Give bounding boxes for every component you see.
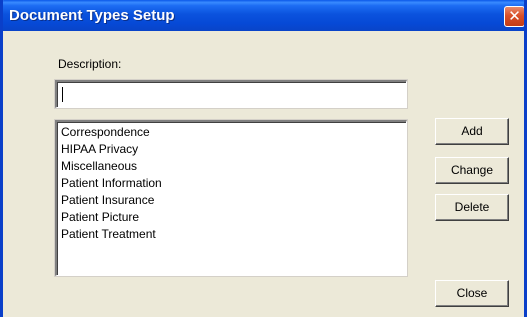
list-item[interactable]: Correspondence: [61, 124, 406, 141]
title-bar[interactable]: Document Types Setup ✕: [3, 0, 524, 31]
delete-button[interactable]: Delete: [435, 194, 509, 221]
list-item[interactable]: HIPAA Privacy: [61, 141, 406, 158]
add-button[interactable]: Add: [435, 118, 509, 145]
close-icon[interactable]: ✕: [504, 6, 524, 27]
description-label: Description:: [58, 57, 122, 71]
change-button[interactable]: Change: [435, 157, 509, 184]
list-item[interactable]: Patient Picture: [61, 209, 406, 226]
list-item[interactable]: Miscellaneous: [61, 158, 406, 175]
list-item[interactable]: Patient Information: [61, 175, 406, 192]
description-input[interactable]: [55, 80, 407, 108]
document-types-setup-window: Document Types Setup ✕ Description: Corr…: [0, 0, 527, 317]
list-item[interactable]: Patient Treatment: [61, 226, 406, 243]
window-title: Document Types Setup: [9, 7, 175, 24]
text-caret: [62, 87, 63, 102]
close-button[interactable]: Close: [435, 280, 509, 307]
document-types-list[interactable]: Correspondence HIPAA Privacy Miscellaneo…: [55, 120, 407, 276]
list-item[interactable]: Patient Insurance: [61, 192, 406, 209]
